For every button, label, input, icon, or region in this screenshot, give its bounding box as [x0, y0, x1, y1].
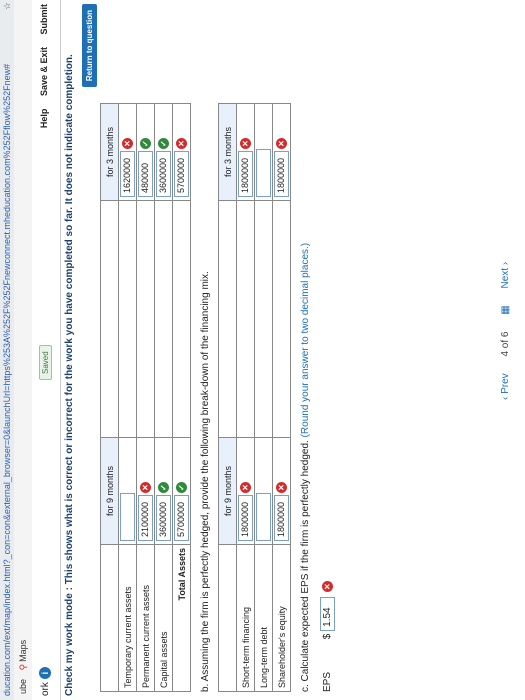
address-bar[interactable]: ducation.com/ext/map/index.html?_con=con…: [0, 0, 14, 700]
table-row: Short-term financing 1800000 ✕ 1800000 ✕: [236, 103, 255, 692]
spacer-cell: [254, 200, 273, 438]
saved-badge: Saved: [39, 345, 52, 380]
answer-input[interactable]: 1800000: [238, 495, 253, 541]
table-header-row: for 9 months for 3 months: [218, 103, 237, 692]
table-row: Total Assets 5700000 ✓ 5700000 ✕: [172, 103, 191, 692]
eps-input[interactable]: 1.54: [320, 596, 335, 631]
answer-input[interactable]: 5700000: [174, 151, 189, 197]
incorrect-icon: ✕: [240, 138, 251, 149]
value-cell: 1620000 ✕: [118, 103, 137, 201]
star-icon[interactable]: ☆: [0, 2, 14, 10]
row-label: Capital assets: [154, 544, 173, 692]
value-cell: 1800000 ✕: [236, 437, 255, 545]
value-cell: [254, 103, 273, 201]
value-cell: 5700000 ✓: [172, 437, 191, 545]
answer-input[interactable]: 3600000: [156, 151, 171, 197]
incorrect-icon: ✕: [176, 138, 187, 149]
value-cell: 3600000 ✓: [154, 437, 173, 545]
col-9-months: for 9 months: [218, 437, 237, 545]
spacer-cell: [236, 200, 255, 438]
answer-input[interactable]: 480000: [138, 151, 153, 197]
row-label: Long-term debt: [254, 544, 273, 692]
check-mode-banner: Check my work mode : This shows what is …: [64, 54, 75, 696]
next-button[interactable]: Next ›: [500, 262, 511, 289]
financing-table: for 9 months for 3 months Short-term fin…: [218, 103, 291, 692]
spacer-cell: [154, 200, 173, 438]
incorrect-icon: ✕: [122, 138, 133, 149]
page-indicator: 4 of 6: [500, 331, 511, 357]
spacer-cell: [172, 200, 191, 438]
answer-input[interactable]: [256, 493, 271, 541]
answer-input[interactable]: [256, 149, 271, 197]
incorrect-icon: ✕: [140, 482, 151, 493]
row-label: Permanent current assets: [136, 544, 155, 692]
pagination: ‹ Prev 4 of 6 ▦ Next ›: [500, 262, 511, 400]
table-row: Temporary current assets 1620000 ✕: [118, 103, 137, 692]
spacer-cell: [136, 200, 155, 438]
return-to-question-button[interactable]: Return to question: [82, 4, 97, 88]
answer-input[interactable]: 2100000: [138, 495, 153, 541]
answer-input[interactable]: 1800000: [238, 151, 253, 197]
table-row: Long-term debt: [254, 103, 273, 692]
row-label: Short-term financing: [236, 544, 255, 692]
header-links: Help Save & Exit Submit: [39, 4, 49, 138]
submit-link[interactable]: Submit: [39, 4, 49, 35]
map-pin-icon: ⚲: [18, 663, 28, 671]
row-label: Total Assets: [172, 544, 191, 692]
incorrect-icon: ✕: [276, 138, 287, 149]
table-row: Shareholder's equity 1800000 ✕ 1800000 ✕: [272, 103, 291, 692]
col-9-months: for 9 months: [100, 437, 119, 545]
help-link[interactable]: Help: [39, 109, 49, 129]
correct-icon: ✓: [140, 138, 151, 149]
correct-icon: ✓: [158, 138, 169, 149]
answer-input[interactable]: 1620000: [120, 151, 135, 197]
col-3-months: for 3 months: [100, 103, 119, 201]
value-cell: 1800000 ✕: [272, 437, 291, 545]
answer-input[interactable]: 5700000: [174, 495, 189, 541]
incorrect-icon: ✕: [322, 581, 333, 593]
row-label: Temporary current assets: [118, 544, 137, 692]
browser-window: ducation.com/ext/map/index.html?_con=con…: [0, 0, 525, 700]
table-row: Capital assets 3600000 ✓ 3600000 ✓: [154, 103, 173, 692]
value-cell: 1800000 ✕: [236, 103, 255, 201]
bookmarks-bar: ube ⚲Maps: [14, 0, 33, 700]
part-b-question: b. Assuming the firm is perfectly hedged…: [200, 271, 211, 692]
eps-row: EPS $ 1.54 ✕: [320, 581, 335, 692]
bookmark-maps[interactable]: Maps: [18, 640, 28, 662]
save-exit-link[interactable]: Save & Exit: [39, 47, 49, 96]
bookmark-youtube[interactable]: ube: [18, 679, 28, 694]
row-label: Shareholder's equity: [272, 544, 291, 692]
value-cell: 1800000 ✕: [272, 103, 291, 201]
spacer-cell: [118, 200, 137, 438]
assets-table: for 9 months for 3 months Temporary curr…: [100, 103, 191, 692]
incorrect-icon: ✕: [240, 482, 251, 493]
spacer-cell: [272, 200, 291, 438]
value-cell: 480000 ✓: [136, 103, 155, 201]
table-header-row: for 9 months for 3 months: [100, 103, 119, 692]
answer-input[interactable]: [120, 493, 135, 541]
address-text: ducation.com/ext/map/index.html?_con=con…: [2, 63, 12, 696]
value-cell: [254, 437, 273, 545]
part-c-question: c. Calculate expected EPS if the firm is…: [300, 242, 311, 692]
col-3-months: for 3 months: [218, 103, 237, 201]
table-row: Permanent current assets 2100000 ✕ 480000 ✓: [136, 103, 155, 692]
value-cell: 3600000 ✓: [154, 103, 173, 201]
correct-icon: ✓: [176, 482, 187, 493]
correct-icon: ✓: [158, 482, 169, 493]
answer-input[interactable]: 3600000: [156, 495, 171, 541]
info-icon[interactable]: i: [39, 667, 51, 680]
eps-label: EPS: [322, 671, 334, 692]
rounding-hint: (Round your answer to two decimal places…: [300, 242, 311, 438]
currency-symbol: $: [322, 633, 334, 640]
value-cell: 5700000 ✕: [172, 103, 191, 201]
assignment-header: orki Saved Help Save & Exit Submit: [32, 0, 61, 700]
incorrect-icon: ✕: [276, 482, 287, 493]
work-label: orki: [39, 667, 51, 696]
answer-input[interactable]: 1800000: [274, 151, 289, 197]
value-cell: 2100000 ✕: [136, 437, 155, 545]
answer-input[interactable]: 1800000: [274, 495, 289, 541]
value-cell: [118, 437, 137, 545]
prev-button[interactable]: ‹ Prev: [500, 373, 511, 400]
grid-icon[interactable]: ▦: [500, 305, 511, 314]
